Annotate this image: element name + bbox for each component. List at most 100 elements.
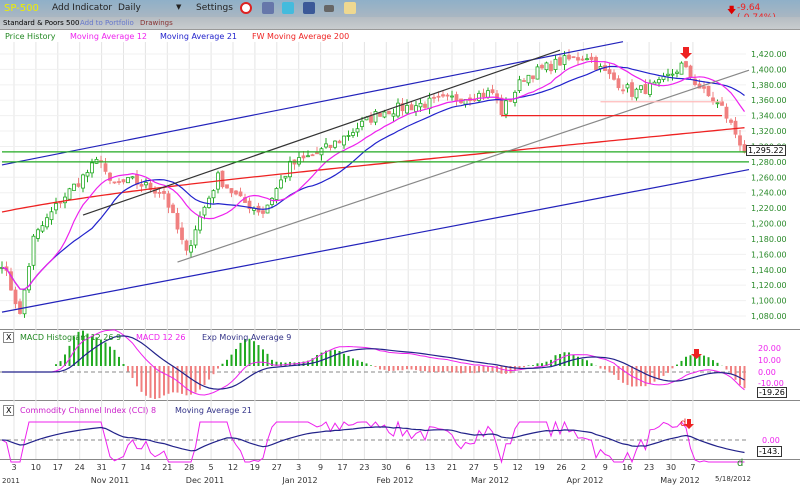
candle — [729, 119, 733, 123]
candle — [517, 79, 522, 92]
macd-bar — [397, 366, 399, 371]
macd-bar — [730, 366, 732, 374]
candle — [706, 85, 711, 97]
macd-bar — [541, 363, 543, 366]
macd-bar — [113, 349, 116, 366]
macd-bar — [136, 366, 138, 387]
macd-bar — [707, 357, 710, 366]
x-tick-label: 27 — [272, 463, 282, 472]
cci-marker-end: d — [737, 458, 744, 469]
y-tick-label: 1,240.00 — [751, 189, 787, 198]
panel-divider — [0, 400, 800, 401]
candle — [315, 152, 319, 155]
macd-bar — [352, 358, 354, 366]
month-label: Dec 2011 — [186, 476, 224, 485]
macd-bar — [685, 356, 687, 366]
macd-bar — [131, 366, 134, 378]
start-label: 2011 — [2, 477, 20, 485]
candle — [72, 183, 76, 191]
x-tick-label: 19 — [535, 463, 545, 472]
candle — [657, 79, 661, 84]
x-tick-label: 30 — [381, 463, 391, 472]
x-tick-label: 28 — [184, 463, 194, 472]
last-price-label: 1,295.22 — [746, 145, 786, 156]
y-tick-label: 1,340.00 — [751, 112, 787, 121]
macd-bar — [208, 366, 210, 380]
candle — [13, 289, 18, 305]
candle — [67, 188, 72, 200]
candle — [76, 183, 81, 187]
candle — [738, 135, 742, 146]
panel-divider — [0, 459, 800, 460]
macd-bar — [374, 366, 377, 367]
y-tick-label: 1,200.00 — [751, 220, 787, 229]
y-tick-label: 1,400.00 — [751, 65, 787, 74]
x-tick-label: 10 — [31, 463, 41, 472]
candle — [396, 102, 400, 117]
macd-bar — [725, 366, 728, 370]
x-tick-label: 5 — [493, 463, 498, 472]
x-tick-label: 30 — [666, 463, 676, 472]
y-tick-label: 1,180.00 — [751, 235, 787, 244]
macd-bar — [140, 366, 143, 392]
macd-bar — [739, 366, 741, 386]
macd-bar — [527, 365, 530, 366]
candle — [229, 188, 234, 194]
candle — [724, 106, 729, 119]
macd-bar — [415, 366, 417, 371]
macd-bar — [217, 366, 219, 369]
legend-cci[interactable]: Commodity Channel Index (CCI) 8 — [20, 406, 156, 415]
legend-macd-hist[interactable]: MACD Histogram 12 26 9 — [20, 333, 121, 342]
candle — [684, 61, 688, 68]
macd-bar — [118, 356, 120, 366]
candle — [675, 71, 679, 74]
candle — [49, 211, 54, 221]
macd-bar — [496, 366, 498, 373]
month-label: Mar 2012 — [471, 476, 509, 485]
macd-bar — [401, 366, 404, 371]
macd-bar — [172, 366, 174, 393]
macd-bar — [590, 363, 593, 366]
macd-last-label: -19.26 — [757, 387, 787, 398]
candle — [504, 100, 508, 115]
macd-bar — [410, 366, 413, 370]
candle — [54, 203, 58, 211]
macd-bar — [109, 346, 111, 366]
month-label: Jan 2012 — [281, 476, 317, 485]
macd-bar — [608, 366, 611, 373]
candle — [157, 191, 162, 194]
candle — [612, 72, 616, 80]
candle — [418, 102, 423, 108]
candle — [369, 115, 373, 123]
candle — [324, 143, 328, 148]
cci-close-button[interactable]: X — [3, 405, 15, 416]
legend-ema[interactable]: Exp Moving Average 9 — [202, 333, 291, 342]
macd-bar — [473, 366, 476, 374]
macd-bar — [55, 364, 57, 366]
macd-bar — [194, 366, 197, 393]
candle — [117, 181, 121, 183]
x-tick-label: 21 — [447, 463, 457, 472]
candle — [540, 64, 544, 69]
candle — [445, 94, 450, 97]
x-tick-label: 17 — [53, 463, 63, 472]
legend-macd[interactable]: MACD 12 26 — [136, 333, 185, 342]
x-tick-label: 26 — [556, 463, 566, 472]
macd-bar — [716, 362, 719, 366]
x-tick-label: 12 — [513, 463, 523, 472]
legend-cci-ma[interactable]: Moving Average 21 — [175, 406, 252, 415]
macd-bar — [482, 366, 485, 372]
trendline — [1, 169, 750, 313]
macd-bar — [334, 349, 336, 366]
macd-bar — [640, 366, 642, 387]
candle — [40, 225, 45, 232]
macd-bar — [613, 366, 615, 375]
macd-bar — [563, 352, 566, 366]
macd-bar — [248, 338, 251, 366]
candle — [211, 190, 216, 199]
candle — [531, 75, 535, 80]
macd-bar — [59, 361, 62, 366]
x-tick-label: 17 — [337, 463, 347, 472]
candle — [351, 132, 355, 136]
macd-close-button[interactable]: X — [3, 332, 15, 343]
